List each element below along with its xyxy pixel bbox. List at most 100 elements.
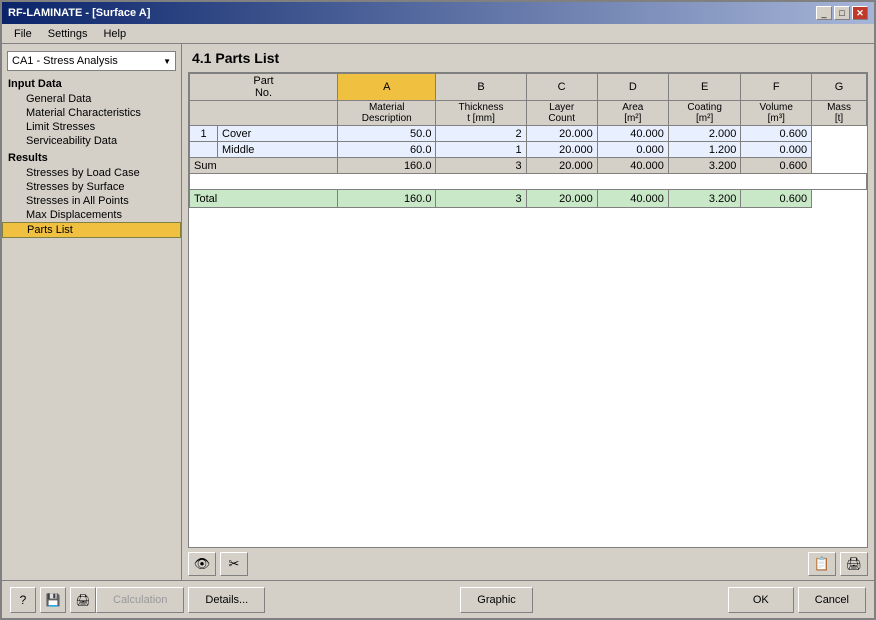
sidebar-item-general-data[interactable]: General Data [2, 92, 181, 106]
print-bottom-button[interactable]: 🖨 [70, 587, 96, 613]
total-layer-count: 3 [436, 190, 526, 208]
sum-row: Sum 160.0 3 20.000 40.000 3.200 0.600 [190, 158, 867, 174]
total-mass: 0.600 [741, 190, 812, 208]
calculation-button[interactable]: Calculation [96, 587, 184, 613]
total-row: Total 160.0 3 20.000 40.000 3.200 0.600 [190, 190, 867, 208]
col-e-sub: Coating[m²] [668, 101, 741, 126]
sidebar-item-serviceability-data[interactable]: Serviceability Data [2, 134, 181, 148]
part-no-cell: 1 [190, 126, 218, 142]
bottom-left-buttons: ? 💾 🖨 [10, 587, 96, 613]
menu-settings[interactable]: Settings [40, 27, 96, 41]
total-label: Total [190, 190, 338, 208]
ok-button[interactable]: OK [728, 587, 794, 613]
col-c-header: C [526, 74, 597, 101]
save-icon: 💾 [46, 593, 61, 607]
area-cell: 20.000 [526, 126, 597, 142]
sidebar-item-max-displacements[interactable]: Max Displacements [2, 208, 181, 222]
sidebar-item-material-characteristics[interactable]: Material Characteristics [2, 106, 181, 120]
sidebar-item-stresses-in-all-points[interactable]: Stresses in All Points [2, 194, 181, 208]
sidebar-item-parts-list[interactable]: Parts List [2, 222, 181, 238]
coating-cell: 40.000 [597, 126, 668, 142]
menu-help[interactable]: Help [95, 27, 134, 41]
empty-row [190, 174, 867, 190]
col-d-header: D [597, 74, 668, 101]
eye-button[interactable]: 👁 [188, 552, 216, 576]
printer-icon: 🖨 [846, 556, 863, 572]
analysis-dropdown[interactable]: CA1 - Stress Analysis ▼ [7, 51, 176, 71]
col-a-sub: MaterialDescription [338, 101, 436, 126]
eye-icon: 👁 [194, 556, 211, 572]
col-f-sub: Volume[m³] [741, 101, 812, 126]
toolbar-left: 👁 ✂ [188, 552, 248, 576]
volume-cell: 1.200 [668, 142, 741, 158]
sum-volume: 3.200 [668, 158, 741, 174]
col-b-sub: Thicknesst [mm] [436, 101, 526, 126]
graphic-button[interactable]: Graphic [460, 587, 533, 613]
input-data-section: Input Data [2, 74, 181, 92]
content-area: CA1 - Stress Analysis ▼ Input Data Gener… [2, 44, 874, 580]
results-section: Results [2, 148, 181, 166]
window-title: RF-LAMINATE - [Surface A] [8, 7, 150, 19]
total-area: 20.000 [526, 190, 597, 208]
volume-cell: 2.000 [668, 126, 741, 142]
maximize-button[interactable]: □ [834, 6, 850, 20]
tool-button[interactable]: ✂ [220, 552, 248, 576]
col-a-header: A [338, 74, 436, 101]
close-button[interactable]: ✕ [852, 6, 868, 20]
table-row: 1 Cover 50.0 2 20.000 40.000 2.000 0.600 [190, 126, 867, 142]
bottom-right-buttons: OK Cancel [728, 587, 866, 613]
dropdown-value: CA1 - Stress Analysis [12, 55, 118, 67]
part-no-cell [190, 142, 218, 158]
col-e-header: E [668, 74, 741, 101]
toolbar-right: 📋 🖨 [808, 552, 868, 576]
sidebar-item-stresses-by-surface[interactable]: Stresses by Surface [2, 180, 181, 194]
material-cell: Middle [218, 142, 338, 158]
area-cell: 20.000 [526, 142, 597, 158]
parts-list-table: PartNo. A B C D E F G MaterialDescriptio… [189, 73, 867, 208]
print-icon-button[interactable]: 🖨 [840, 552, 868, 576]
sidebar-item-limit-stresses[interactable]: Limit Stresses [2, 120, 181, 134]
mass-cell: 0.000 [741, 142, 812, 158]
sum-layer-count: 3 [436, 158, 526, 174]
sidebar: CA1 - Stress Analysis ▼ Input Data Gener… [2, 44, 182, 580]
details-button[interactable]: Details... [188, 587, 265, 613]
sum-thickness: 160.0 [338, 158, 436, 174]
graphic-center: Graphic [265, 587, 728, 613]
col-d-sub: Area[m²] [597, 101, 668, 126]
chevron-down-icon: ▼ [163, 57, 171, 66]
menu-file[interactable]: File [6, 27, 40, 41]
thickness-cell: 50.0 [338, 126, 436, 142]
mass-cell: 0.600 [741, 126, 812, 142]
total-coating: 40.000 [597, 190, 668, 208]
export-icon: 📋 [814, 556, 830, 572]
sidebar-item-stresses-by-load-case[interactable]: Stresses by Load Case [2, 166, 181, 180]
total-thickness: 160.0 [338, 190, 436, 208]
main-window: RF-LAMINATE - [Surface A] _ □ ✕ File Set… [0, 0, 876, 620]
page-title: 4.1 Parts List [182, 44, 874, 72]
thickness-cell: 60.0 [338, 142, 436, 158]
col-f-header: F [741, 74, 812, 101]
material-cell: Cover [218, 126, 338, 142]
part-no-header: PartNo. [190, 74, 338, 101]
bottom-bar: ? 💾 🖨 Calculation Details... Graphic OK … [2, 580, 874, 618]
minimize-button[interactable]: _ [816, 6, 832, 20]
export-button[interactable]: 📋 [808, 552, 836, 576]
table-row: Middle 60.0 1 20.000 0.000 1.200 0.000 [190, 142, 867, 158]
save-button[interactable]: 💾 [40, 587, 66, 613]
help-icon: ? [20, 593, 27, 607]
title-controls: _ □ ✕ [816, 6, 868, 20]
layer-count-cell: 1 [436, 142, 526, 158]
print-bottom-icon: 🖨 [75, 593, 90, 607]
sub-header-row: MaterialDescription Thicknesst [mm] Laye… [190, 101, 867, 126]
help-button[interactable]: ? [10, 587, 36, 613]
bottom-center-buttons: Calculation Details... [96, 587, 265, 613]
cancel-button[interactable]: Cancel [798, 587, 866, 613]
toolbar-row: 👁 ✂ 📋 🖨 [182, 548, 874, 580]
sum-mass: 0.600 [741, 158, 812, 174]
layer-count-cell: 2 [436, 126, 526, 142]
col-header-row: PartNo. A B C D E F G [190, 74, 867, 101]
main-content: 4.1 Parts List PartNo. A B C D E F G [182, 44, 874, 580]
col-c-sub: LayerCount [526, 101, 597, 126]
col-g-sub: Mass[t] [812, 101, 867, 126]
scissor-icon: ✂ [229, 556, 240, 572]
